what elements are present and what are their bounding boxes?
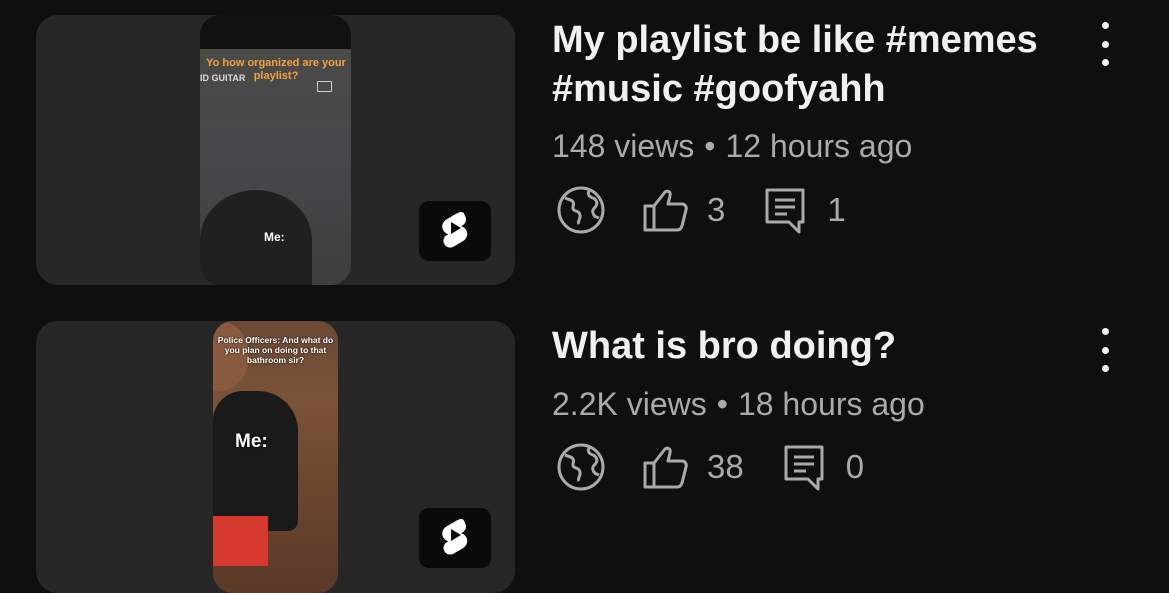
video-meta: 2.2K views • 18 hours ago [552, 386, 925, 423]
shorts-badge [419, 201, 491, 261]
thumbnail-me-caption: Me: [235, 431, 268, 452]
shorts-icon [442, 519, 468, 555]
meta-separator: • [704, 128, 716, 164]
comment-icon[interactable] [778, 441, 830, 493]
video-meta: 148 views • 12 hours ago [552, 128, 912, 165]
thumbs-up-icon[interactable] [639, 184, 691, 236]
globe-icon [555, 441, 607, 493]
video-title[interactable]: My playlist be like #memes #music #goofy… [552, 16, 1072, 114]
view-count: 2.2K views [552, 386, 707, 422]
thumbs-up-icon[interactable] [639, 441, 691, 493]
comment-icon[interactable] [759, 184, 811, 236]
video-thumbnail[interactable]: Police Officers: And what do you plan on… [36, 321, 515, 593]
thumbnail-frame: Police Officers: And what do you plan on… [213, 321, 338, 593]
thumbnail-figure-shorts [213, 516, 268, 566]
thumbnail-frame: Yo how organized are your playlist? ID G… [200, 15, 351, 285]
video-stats: 38 0 [555, 441, 864, 493]
cast-icon [317, 81, 332, 92]
upload-age: 12 hours ago [725, 128, 913, 164]
video-row[interactable]: Police Officers: And what do you plan on… [0, 306, 1169, 593]
video-thumbnail[interactable]: Yo how organized are your playlist? ID G… [36, 15, 515, 285]
thumbnail-figure [200, 190, 312, 285]
view-count: 148 views [552, 128, 695, 164]
globe-icon [555, 184, 607, 236]
shorts-icon [442, 212, 468, 248]
like-count: 3 [707, 191, 726, 228]
video-title[interactable]: What is bro doing? [552, 322, 1072, 371]
video-stats: 3 1 [555, 184, 846, 236]
thumbnail-me-caption: Me: [264, 230, 285, 244]
comment-count: 0 [845, 448, 865, 485]
upload-age: 18 hours ago [737, 386, 925, 422]
more-vertical-icon[interactable] [1092, 328, 1118, 372]
thumbnail-figure [213, 391, 298, 531]
meta-separator: • [716, 386, 728, 422]
comment-count: 1 [827, 191, 846, 228]
video-row[interactable]: Yo how organized are your playlist? ID G… [0, 0, 1169, 300]
thumbnail-caption: Police Officers: And what do you plan on… [217, 335, 334, 365]
like-count: 38 [707, 448, 744, 485]
shorts-badge [419, 508, 491, 568]
thumbnail-side-text: ID GUITAR [200, 73, 246, 83]
more-vertical-icon[interactable] [1092, 22, 1118, 66]
